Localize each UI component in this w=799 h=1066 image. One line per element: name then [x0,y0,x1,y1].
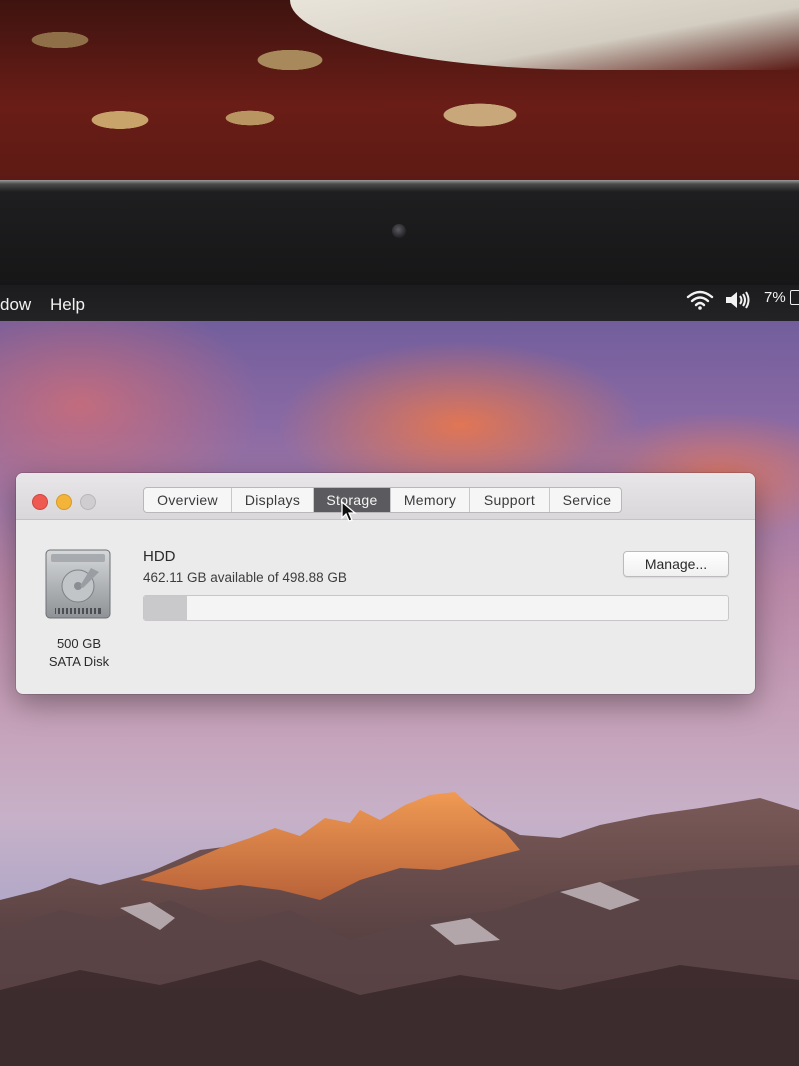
volume-icon[interactable] [724,290,752,315]
tab-displays[interactable]: Displays [232,488,314,512]
minimize-button[interactable] [56,494,72,510]
tab-support[interactable]: Support [470,488,550,512]
webcam [392,224,406,238]
disk-availability: 462.11 GB available of 498.88 GB [143,570,347,585]
menu-help[interactable]: Help [50,295,85,315]
disk-name: HDD [143,548,176,565]
tab-service[interactable]: Service [550,488,621,512]
window-titlebar: Overview Displays Storage Memory Support… [16,473,755,520]
manage-button[interactable]: Manage... [623,551,729,577]
disk-capacity-label: 500 GB [56,636,102,651]
disk-type-label: SATA Disk [48,654,110,669]
pointer-cursor-icon [341,501,357,522]
storage-usage-bar [143,595,729,621]
battery-percent[interactable]: 7% [764,289,786,306]
hard-disk-icon [45,549,111,619]
menu-bar: dow Help 7% [0,285,799,321]
wallpaper-mountains [0,792,799,1066]
tab-memory[interactable]: Memory [391,488,470,512]
about-this-mac-window: Overview Displays Storage Memory Support… [16,473,755,694]
storage-pane: 500 GB SATA Disk HDD 462.11 GB available… [16,520,755,694]
close-button[interactable] [32,494,48,510]
storage-usage-fill [144,596,188,620]
tab-overview[interactable]: Overview [144,488,232,512]
battery-icon[interactable] [790,290,799,305]
tab-bar: Overview Displays Storage Memory Support… [143,487,622,513]
menu-window[interactable]: dow [0,295,31,315]
zoom-button[interactable] [80,494,96,510]
wifi-icon[interactable] [686,289,714,316]
